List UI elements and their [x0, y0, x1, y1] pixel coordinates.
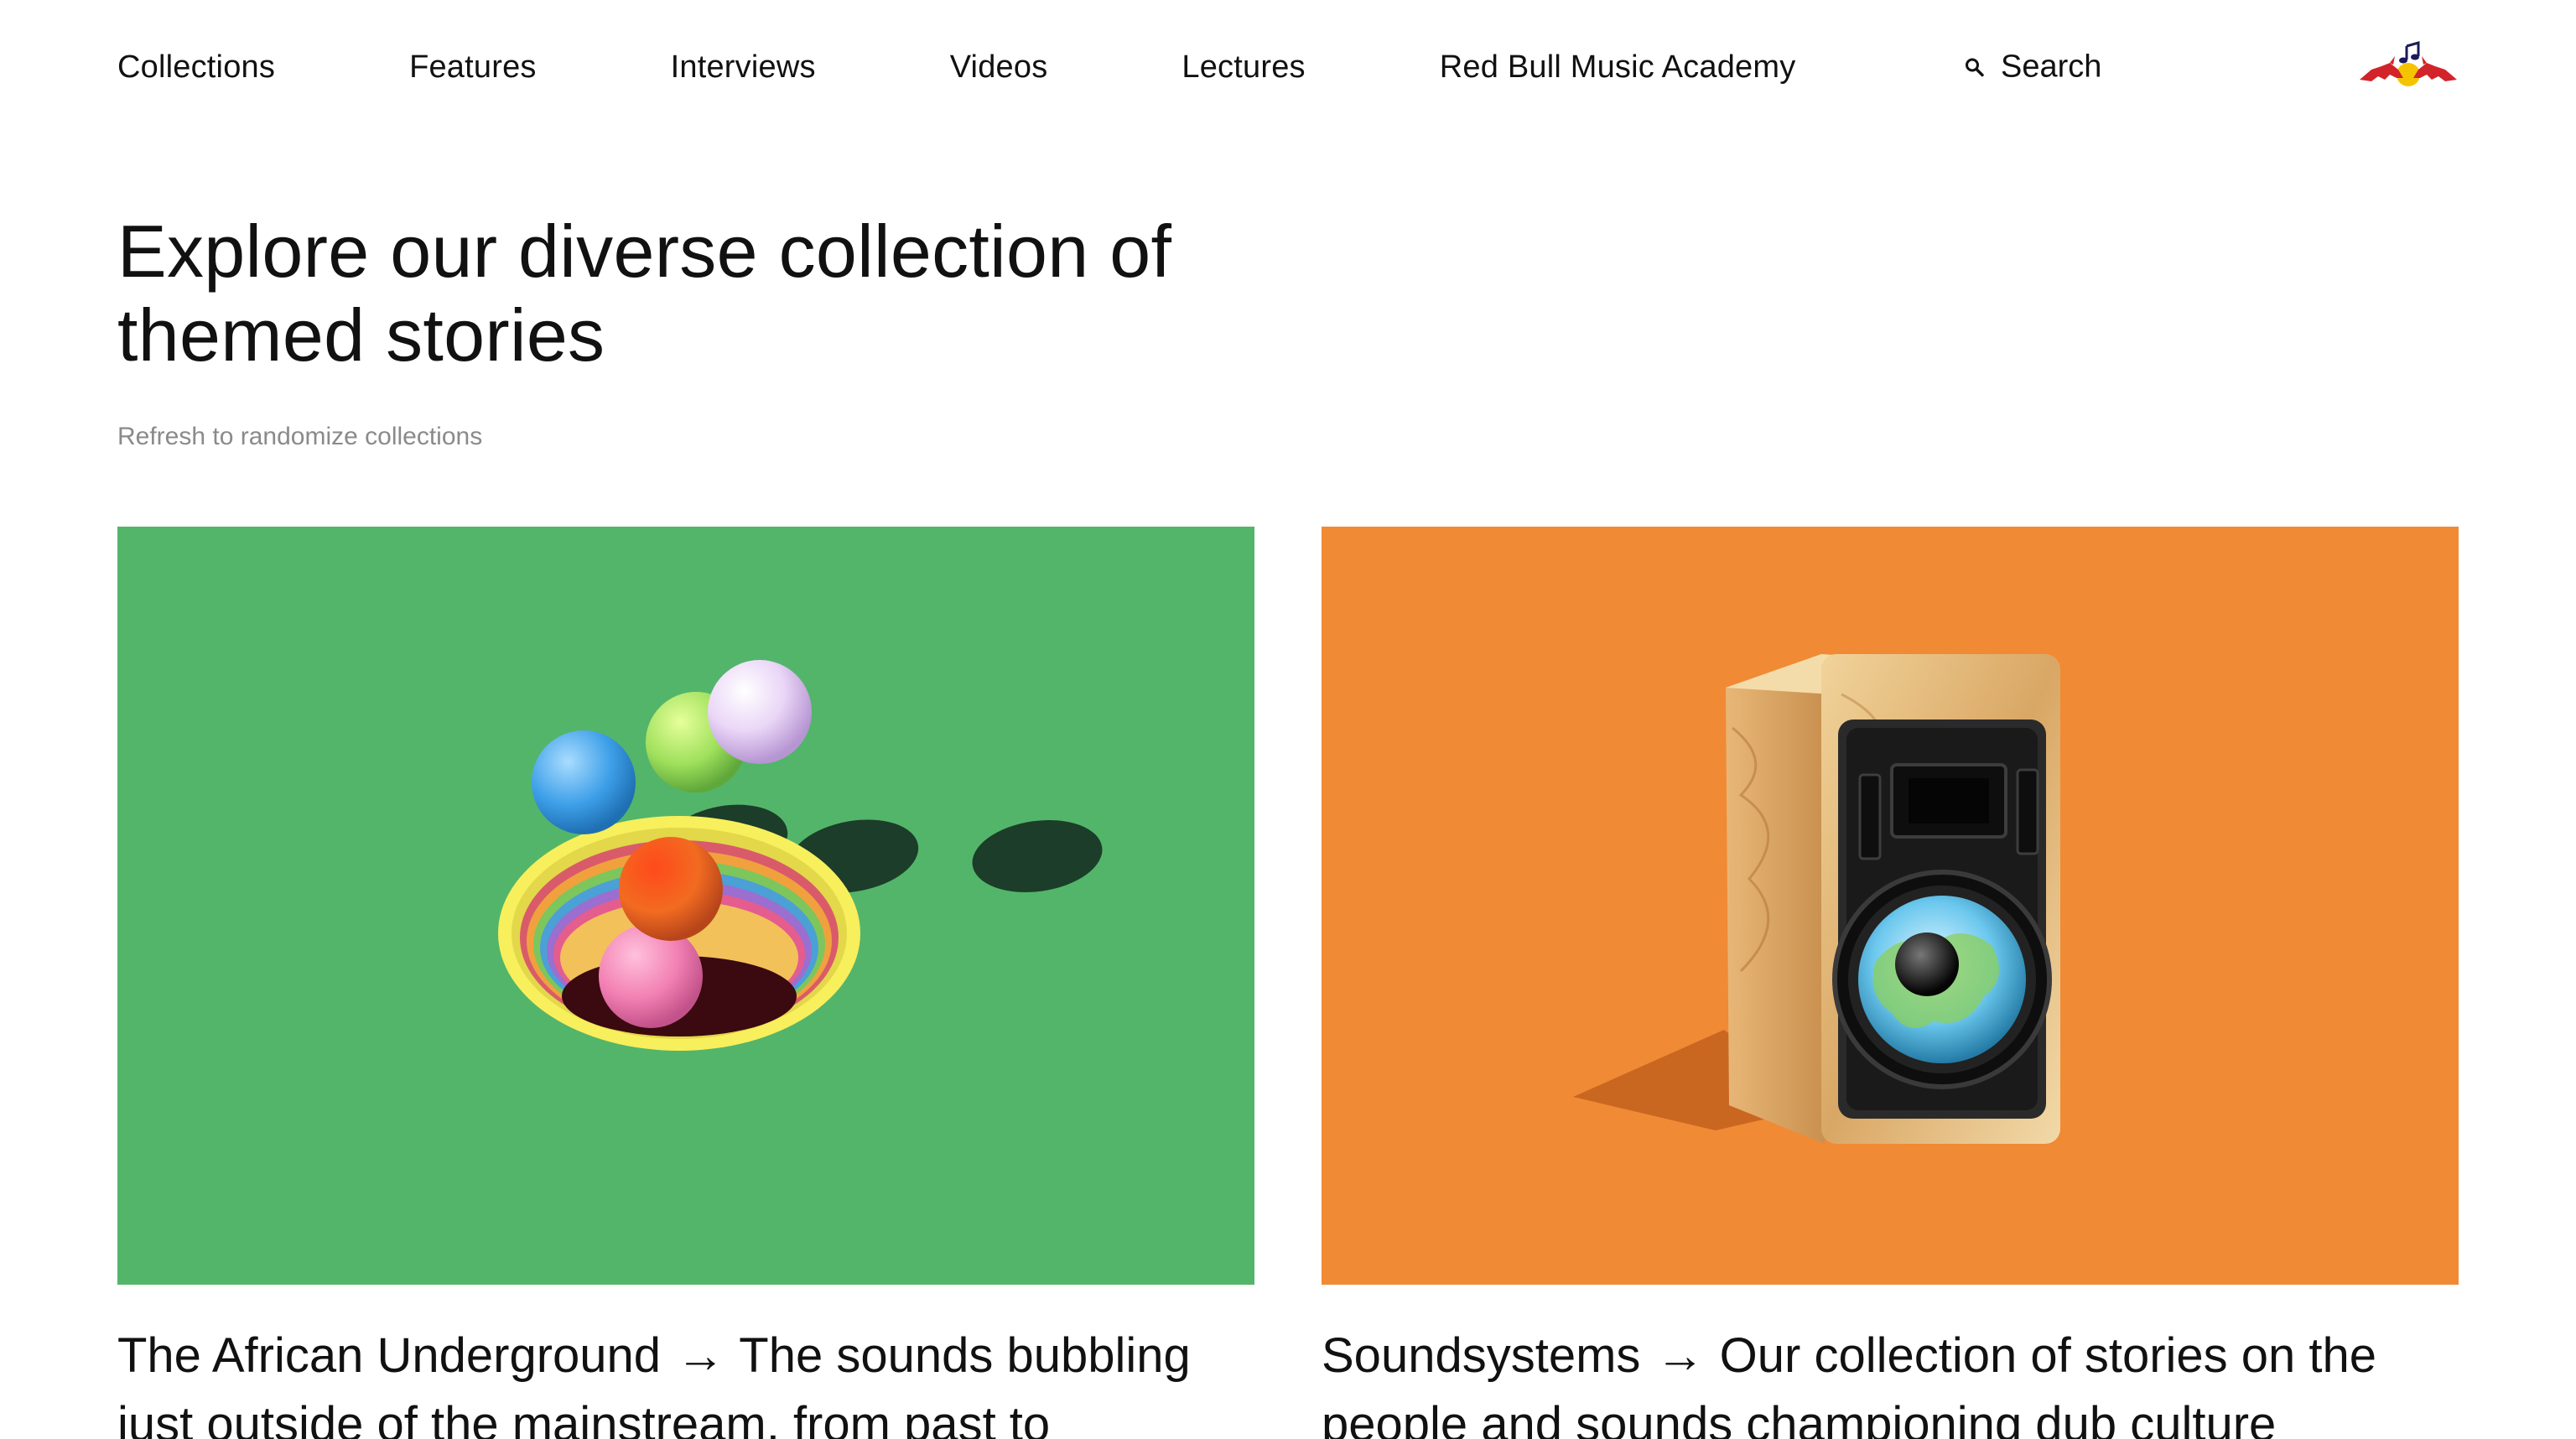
card-caption: The African Underground → The sounds bub…	[117, 1322, 1254, 1439]
red-bull-logo-icon[interactable]	[2356, 41, 2460, 93]
wooden-speaker-illustration	[1573, 654, 2060, 1144]
arrow-right-icon: →	[1655, 1328, 1705, 1383]
card-title: The African Underground	[117, 1328, 662, 1383]
search-button[interactable]: Search	[1964, 49, 2101, 86]
page: Collections Features Interviews Videos L…	[0, 0, 2576, 1439]
page-subtitle: Refresh to randomize collections	[117, 423, 483, 450]
collection-card-african-underground[interactable]: The African Underground → The sounds bub…	[117, 527, 1254, 1439]
page-title: Explore our diverse collection of themed…	[117, 210, 1172, 377]
nav-item-collections[interactable]: Collections	[117, 49, 275, 86]
nav-item-features[interactable]: Features	[409, 49, 537, 86]
nav-item-rbma[interactable]: Red Bull Music Academy	[1440, 49, 1796, 86]
card-caption: Soundsystems → Our collection of stories…	[1322, 1322, 2459, 1439]
nav-links: Collections Features Interviews Videos L…	[117, 49, 1795, 86]
nav-item-videos[interactable]: Videos	[950, 49, 1048, 86]
colorful-balls-in-hole-illustration	[498, 660, 1103, 1051]
nav-item-lectures[interactable]: Lectures	[1182, 49, 1305, 86]
card-image	[1322, 527, 2459, 1285]
card-image	[117, 527, 1254, 1285]
search-icon	[1964, 56, 1986, 78]
top-nav: Collections Features Interviews Videos L…	[117, 37, 2459, 97]
card-title: Soundsystems	[1322, 1328, 1641, 1383]
collection-card-soundsystems[interactable]: Soundsystems → Our collection of stories…	[1322, 527, 2459, 1439]
search-label: Search	[2001, 49, 2102, 85]
arrow-right-icon: →	[676, 1328, 725, 1383]
nav-item-interviews[interactable]: Interviews	[671, 49, 816, 86]
